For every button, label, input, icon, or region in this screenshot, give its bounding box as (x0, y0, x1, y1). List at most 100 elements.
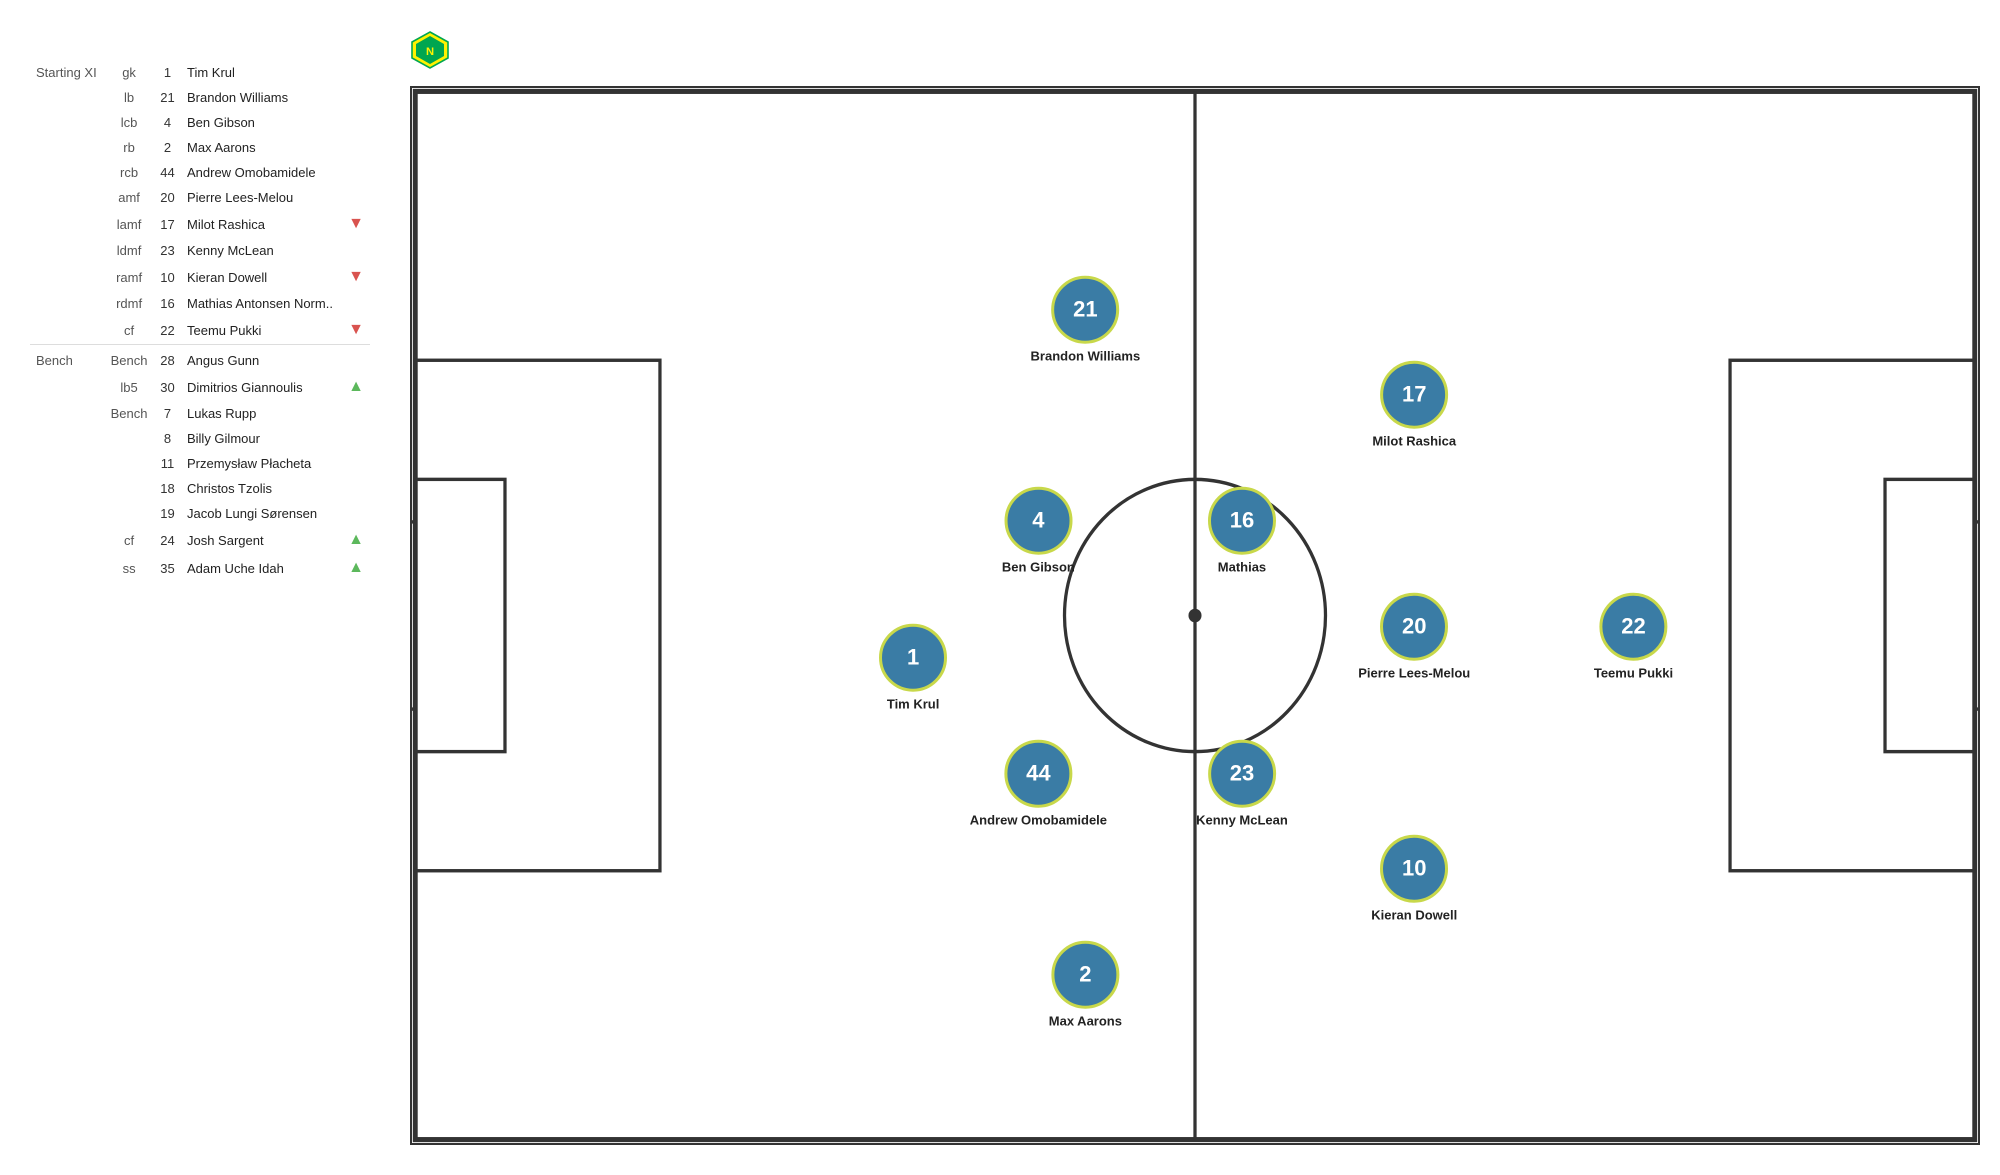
player-position: ramf (104, 263, 154, 291)
player-name-label: Teemu Pukki (1594, 665, 1673, 681)
player-icon (342, 110, 370, 135)
player-name: Teemu Pukki (181, 316, 342, 345)
player-name: Lukas Rupp (181, 401, 342, 426)
player-circle: 44 (1004, 740, 1072, 808)
pitch-player: 4Ben Gibson (1002, 487, 1075, 576)
arrow-down-icon: ▼ (348, 215, 364, 232)
player-section (30, 476, 104, 501)
table-row: cf22Teemu Pukki▼ (30, 316, 370, 345)
table-row: cf24Josh Sargent▲ (30, 526, 370, 554)
pitch-player: 2Max Aarons (1049, 940, 1122, 1029)
pitch-player: 21 Brandon Williams (1031, 276, 1141, 365)
player-position: rdmf (104, 291, 154, 316)
table-row: lamf17Milot Rashica ▼ (30, 210, 370, 238)
player-section (30, 554, 104, 582)
player-number: 20 (154, 185, 181, 210)
player-name: Tim Krul (181, 60, 342, 85)
player-name: Christos Tzolis (181, 476, 342, 501)
player-number: 18 (154, 476, 181, 501)
player-name: Andrew Omobamidele (181, 160, 342, 185)
pitch-player: 1Tim Krul (879, 624, 947, 713)
player-icon (342, 451, 370, 476)
player-number: 17 (154, 210, 181, 238)
right-panel: N (400, 0, 2000, 1175)
table-row: 8Billy Gilmour (30, 426, 370, 451)
player-position (104, 451, 154, 476)
player-section (30, 238, 104, 263)
player-icon (342, 238, 370, 263)
player-name-label: Milot Rashica (1372, 433, 1456, 449)
player-number: 44 (154, 160, 181, 185)
player-position: lamf (104, 210, 154, 238)
player-circle: 16 (1208, 487, 1276, 555)
player-name: Mathias Antonsen Norm.. (181, 291, 342, 316)
player-section (30, 85, 104, 110)
player-name: Brandon Williams (181, 85, 342, 110)
table-row: ldmf23Kenny McLean (30, 238, 370, 263)
left-panel: Starting XIgk1Tim Krullb21Brandon Willia… (0, 0, 400, 1175)
player-number: 35 (154, 554, 181, 582)
player-name-label: Andrew Omobamidele (970, 813, 1107, 829)
player-icon (342, 85, 370, 110)
player-icon: ▼ (342, 210, 370, 238)
club-badge: N (410, 30, 450, 70)
table-row: amf20Pierre Lees-Melou (30, 185, 370, 210)
player-number: 1 (154, 60, 181, 85)
player-name: Billy Gilmour (181, 426, 342, 451)
table-row: rb2Max Aarons (30, 135, 370, 160)
player-name: Milot Rashica (181, 210, 342, 238)
player-position (104, 501, 154, 526)
table-row: lcb4Ben Gibson (30, 110, 370, 135)
player-icon (342, 291, 370, 316)
player-circle: 23 (1208, 740, 1276, 808)
player-section (30, 373, 104, 401)
pitch: 21 Brandon Williams 17 Milot Rashica 4Ben Gi… (410, 86, 1980, 1145)
pitch-wrapper: 21 Brandon Williams 17 Milot Rashica 4Ben Gi… (410, 86, 1980, 1145)
arrow-down-icon: ▼ (348, 321, 364, 338)
table-row: lb530Dimitrios Giannoulis▲ (30, 373, 370, 401)
player-position: amf (104, 185, 154, 210)
player-circle: 10 (1380, 835, 1448, 903)
arrow-up-icon: ▲ (348, 559, 364, 576)
player-position (104, 426, 154, 451)
player-number: 19 (154, 501, 181, 526)
player-name-label: Max Aarons (1049, 1013, 1122, 1029)
player-name: Ben Gibson (181, 110, 342, 135)
player-name: Dimitrios Giannoulis (181, 373, 342, 401)
table-row: lb21Brandon Williams (30, 85, 370, 110)
player-icon: ▼ (342, 263, 370, 291)
player-circle: 17 (1380, 360, 1448, 428)
player-icon: ▼ (342, 316, 370, 345)
player-name-label: Brandon Williams (1031, 349, 1141, 365)
player-position: lcb (104, 110, 154, 135)
arrow-down-icon: ▼ (348, 268, 364, 285)
player-section (30, 135, 104, 160)
table-row: BenchBench28Angus Gunn (30, 345, 370, 374)
player-section (30, 316, 104, 345)
player-icon: ▲ (342, 373, 370, 401)
player-position: ss (104, 554, 154, 582)
player-circle: 1 (879, 624, 947, 692)
player-section: Starting XI (30, 60, 104, 85)
player-icon (342, 345, 370, 374)
player-number: 10 (154, 263, 181, 291)
player-section (30, 291, 104, 316)
player-position: ldmf (104, 238, 154, 263)
player-position: lb (104, 85, 154, 110)
player-icon: ▲ (342, 554, 370, 582)
player-section (30, 210, 104, 238)
player-name-label: Kenny McLean (1196, 813, 1288, 829)
player-position (104, 476, 154, 501)
player-circle: 21 (1051, 276, 1119, 344)
player-section (30, 501, 104, 526)
player-section (30, 185, 104, 210)
player-section (30, 526, 104, 554)
table-row: 18Christos Tzolis (30, 476, 370, 501)
player-number: 28 (154, 345, 181, 374)
player-circle: 4 (1004, 487, 1072, 555)
player-number: 21 (154, 85, 181, 110)
player-number: 24 (154, 526, 181, 554)
lineup-table: Starting XIgk1Tim Krullb21Brandon Willia… (30, 60, 370, 582)
player-position: rcb (104, 160, 154, 185)
player-section (30, 160, 104, 185)
